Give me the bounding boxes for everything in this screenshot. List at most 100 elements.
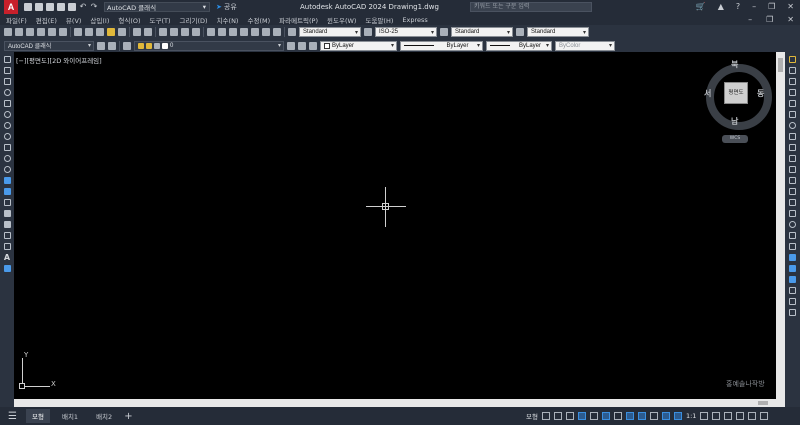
array-icon[interactable] bbox=[789, 100, 796, 107]
copy-icon[interactable] bbox=[85, 28, 93, 36]
doc-minimize-icon[interactable]: – bbox=[748, 15, 752, 24]
ellipse-arc-icon[interactable] bbox=[3, 166, 11, 173]
dim-style-icon[interactable] bbox=[364, 28, 372, 36]
text-style-icon[interactable] bbox=[288, 28, 296, 36]
fillet-icon[interactable] bbox=[789, 221, 796, 228]
help-icon[interactable] bbox=[273, 28, 281, 36]
autocad-logo-icon[interactable]: A bbox=[4, 0, 18, 14]
insert-block-icon[interactable] bbox=[3, 177, 11, 184]
break-at-point-icon[interactable] bbox=[789, 177, 796, 184]
sheet-set-icon[interactable] bbox=[240, 28, 248, 36]
zoom-previous-icon[interactable] bbox=[192, 28, 200, 36]
new-icon[interactable] bbox=[4, 28, 12, 36]
doc-close-icon[interactable]: ✕ bbox=[787, 15, 794, 24]
horizontal-scroll-thumb[interactable] bbox=[758, 401, 768, 405]
print-icon[interactable] bbox=[68, 3, 76, 11]
tool-palettes-icon[interactable] bbox=[229, 28, 237, 36]
extend-icon[interactable] bbox=[789, 166, 796, 173]
send-to-back-icon[interactable] bbox=[789, 276, 796, 283]
layer-properties-icon[interactable] bbox=[123, 41, 131, 50]
undo-icon[interactable]: ↶ bbox=[79, 3, 87, 11]
scale-icon[interactable] bbox=[789, 133, 796, 140]
share-button[interactable]: ➤ 공유 bbox=[216, 2, 237, 12]
annotation-visibility-icon[interactable] bbox=[661, 412, 670, 420]
text-style-select[interactable]: Standard ▾ bbox=[299, 27, 361, 37]
redo-icon[interactable] bbox=[144, 28, 152, 36]
point-icon[interactable] bbox=[3, 199, 11, 206]
workspace-switching-gear-icon[interactable] bbox=[700, 412, 709, 420]
gradient-icon[interactable] bbox=[3, 221, 11, 228]
quickcalc-icon[interactable] bbox=[262, 28, 270, 36]
minimize-icon[interactable]: – bbox=[752, 2, 756, 11]
rectangle-icon[interactable] bbox=[3, 100, 11, 107]
multileader-style-icon[interactable] bbox=[516, 28, 524, 36]
viewcube-face[interactable]: 평면도 bbox=[724, 82, 748, 104]
spline-icon[interactable] bbox=[3, 144, 11, 151]
polyline-icon[interactable] bbox=[3, 78, 11, 85]
object-snap-icon[interactable] bbox=[637, 412, 646, 420]
add-selected-icon[interactable] bbox=[3, 265, 11, 272]
draw-order-icon[interactable] bbox=[789, 254, 796, 261]
join-icon[interactable] bbox=[789, 199, 796, 206]
menu-modify[interactable]: 수정(M) bbox=[247, 15, 270, 25]
layer-select[interactable]: 0 ▾ bbox=[134, 40, 284, 51]
compass-west[interactable]: 서 bbox=[704, 88, 711, 99]
redo-icon[interactable]: ↷ bbox=[90, 3, 98, 11]
circle-icon[interactable] bbox=[3, 122, 11, 129]
block-editor-icon[interactable] bbox=[118, 28, 126, 36]
save-as-icon[interactable] bbox=[57, 3, 65, 11]
menu-express[interactable]: Express bbox=[402, 16, 427, 24]
tab-model[interactable]: 모형 bbox=[26, 409, 50, 423]
lengthen-icon[interactable] bbox=[789, 298, 796, 305]
workspace-select[interactable]: AutoCAD 클래식 ▾ bbox=[104, 2, 210, 12]
tab-layout1[interactable]: 배치1 bbox=[56, 409, 84, 423]
horizontal-scrollbar[interactable] bbox=[14, 399, 785, 407]
table-style-select[interactable]: Standard ▾ bbox=[451, 27, 513, 37]
doc-restore-icon[interactable]: ❐ bbox=[766, 15, 773, 24]
trim-icon[interactable] bbox=[789, 155, 796, 162]
menu-format[interactable]: 형식(O) bbox=[118, 15, 140, 25]
blend-curves-icon[interactable] bbox=[789, 232, 796, 239]
isolate-objects-icon[interactable] bbox=[736, 412, 745, 420]
grid-icon[interactable] bbox=[541, 412, 550, 420]
polygon-icon[interactable] bbox=[3, 89, 11, 96]
match-properties-icon[interactable] bbox=[107, 28, 115, 36]
revision-cloud-icon[interactable] bbox=[3, 133, 11, 140]
zoom-realtime-icon[interactable] bbox=[170, 28, 178, 36]
arc-icon[interactable] bbox=[3, 111, 11, 118]
erase-icon[interactable] bbox=[789, 56, 796, 63]
object-snap-tracking-icon[interactable] bbox=[625, 412, 634, 420]
construction-line-icon[interactable] bbox=[3, 67, 11, 74]
search-input[interactable]: 키워드 또는 구문 입력 bbox=[470, 2, 592, 12]
zoom-window-icon[interactable] bbox=[181, 28, 189, 36]
dim-style-select[interactable]: ISO-25 ▾ bbox=[375, 27, 437, 37]
explode-icon[interactable] bbox=[789, 243, 796, 250]
layer-state-icon[interactable] bbox=[309, 41, 317, 50]
table-style-icon[interactable] bbox=[440, 28, 448, 36]
offset-icon[interactable] bbox=[789, 89, 796, 96]
model-space-button[interactable]: 모형 bbox=[526, 411, 538, 421]
compass-south[interactable]: 남 bbox=[731, 116, 738, 127]
lineweight-select[interactable]: ByLayer ▾ bbox=[486, 40, 552, 51]
layer-previous-icon[interactable] bbox=[298, 41, 306, 50]
region-icon[interactable] bbox=[3, 232, 11, 239]
menu-view[interactable]: 뷰(V) bbox=[66, 15, 82, 25]
open-icon[interactable] bbox=[35, 3, 43, 11]
annotation-scale[interactable]: 1:1 bbox=[686, 412, 696, 420]
maximize-icon[interactable]: ❐ bbox=[768, 2, 775, 11]
customization-icon[interactable] bbox=[748, 412, 757, 420]
align-icon[interactable] bbox=[789, 287, 796, 294]
workspace-combo[interactable]: AutoCAD 클래식 ▾ bbox=[4, 40, 94, 51]
undo-icon[interactable] bbox=[133, 28, 141, 36]
annotation-monitor-icon[interactable] bbox=[712, 412, 721, 420]
menu-window[interactable]: 윈도우(W) bbox=[327, 15, 356, 25]
drawing-canvas[interactable]: [−][평면도][2D 와이어프레임] 평면도 북 남 동 서 WCS X Y … bbox=[14, 52, 776, 399]
status-menu-icon[interactable] bbox=[760, 412, 769, 420]
mirror-icon[interactable] bbox=[789, 78, 796, 85]
ortho-icon[interactable] bbox=[589, 412, 598, 420]
multileader-style-select[interactable]: Standard ▾ bbox=[527, 27, 589, 37]
markup-icon[interactable] bbox=[251, 28, 259, 36]
multiline-text-icon[interactable]: A bbox=[4, 254, 11, 262]
plot-style-select[interactable]: ByColor ▾ bbox=[555, 40, 615, 51]
infer-constraints-icon[interactable] bbox=[565, 412, 574, 420]
